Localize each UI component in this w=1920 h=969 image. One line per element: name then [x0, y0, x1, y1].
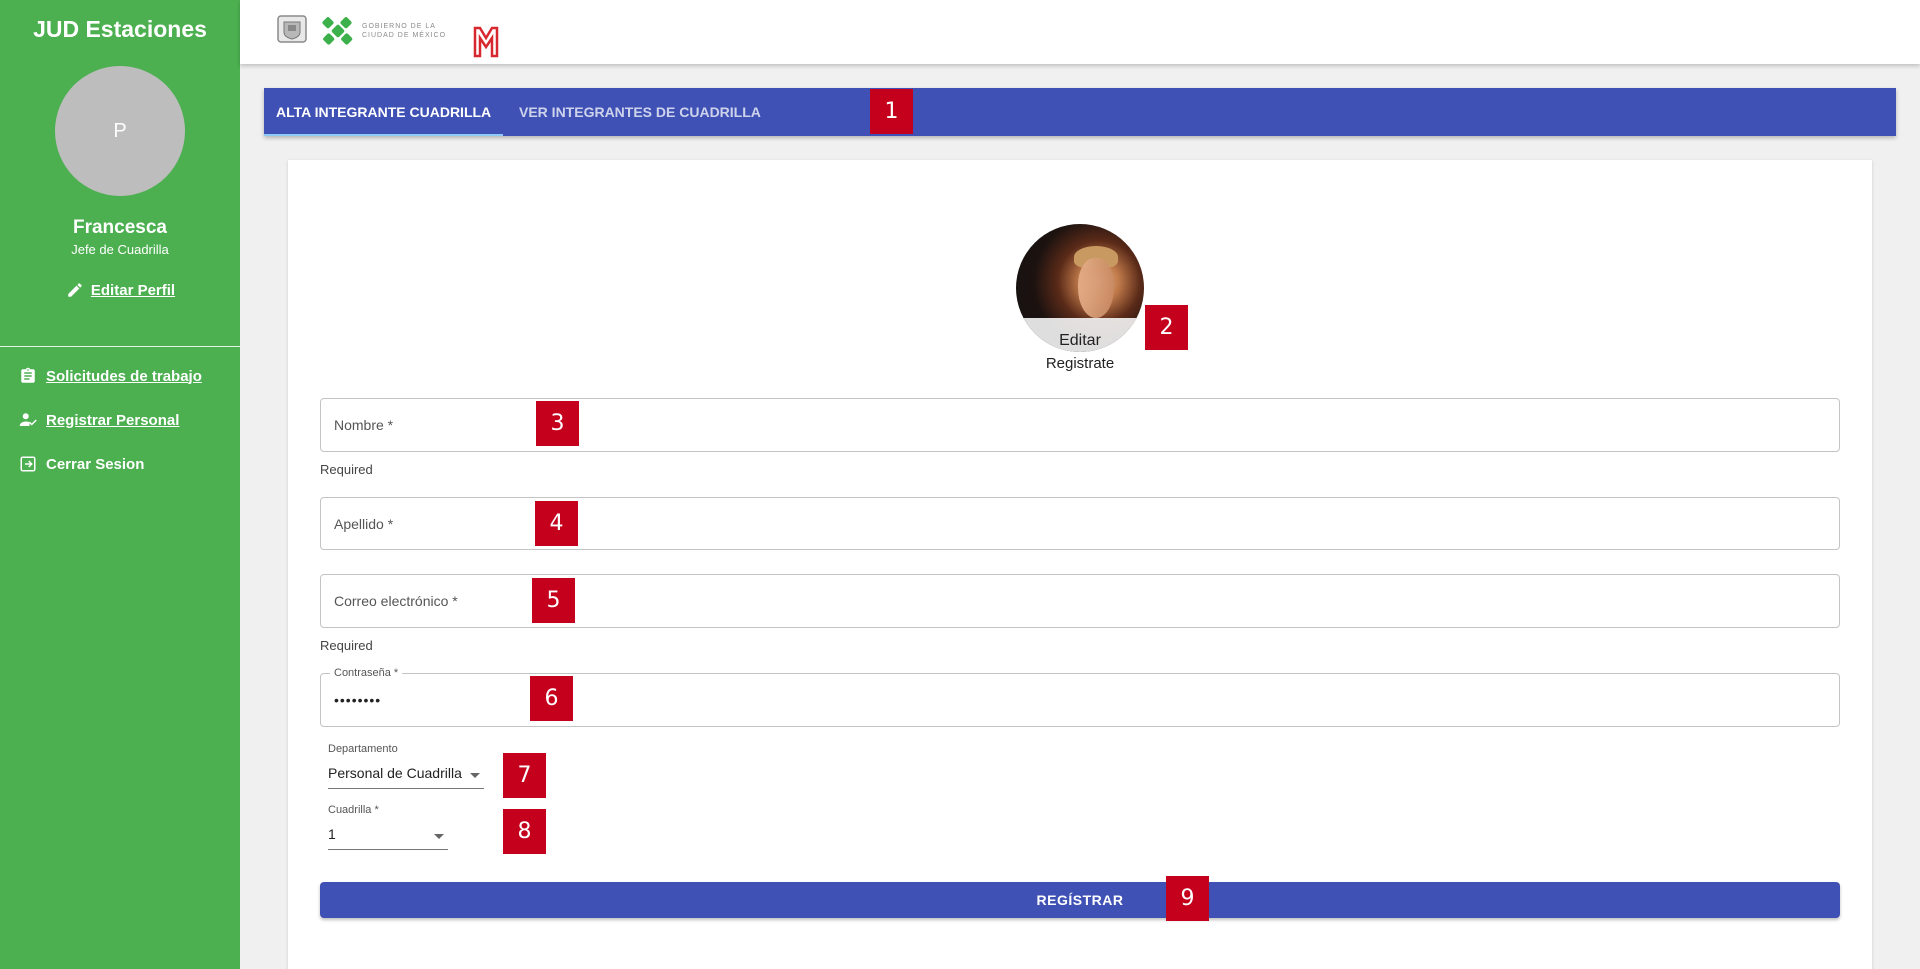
clipboard-icon [18, 366, 38, 386]
departamento-value: Personal de Cuadrilla [328, 765, 462, 781]
photo-caption: Registrate [1045, 355, 1115, 372]
person-check-icon [18, 410, 38, 430]
nombre-placeholder: Nombre * [334, 417, 394, 433]
marker-6: 6 [530, 676, 573, 721]
sidebar-item-registrar-personal[interactable]: Registrar Personal [18, 410, 179, 430]
avatar: P [55, 66, 185, 196]
cuadrilla-dropdown[interactable]: 1 [328, 824, 448, 850]
edit-profile-link[interactable]: Editar Perfil [0, 280, 240, 300]
top-app-bar: GOBIERNO DE LA CIUDAD DE MÉXICO [240, 0, 1920, 64]
photo-edit-label[interactable]: Editar [1016, 332, 1144, 350]
marker-7: 7 [503, 753, 546, 798]
sidebar-item-label: Registrar Personal [46, 411, 180, 429]
metro-logo [472, 24, 500, 63]
tab-alta-integrante[interactable]: ALTA INTEGRANTE CUADRILLA [264, 88, 504, 136]
marker-4: 4 [535, 501, 578, 546]
password-label: Contraseña * [330, 667, 403, 679]
tab-bar: ALTA INTEGRANTE CUADRILLA VER INTEGRANTE… [264, 88, 1896, 136]
gobierno-cdmx-logo [318, 14, 358, 53]
photo-face [1078, 258, 1114, 318]
sidebar-item-label: Cerrar Sesion [46, 455, 145, 473]
gobierno-text-line1: GOBIERNO DE LA [362, 23, 436, 30]
apellido-placeholder: Apellido * [334, 515, 394, 532]
nombre-helper-text: Required [320, 462, 373, 477]
edit-profile-label: Editar Perfil [90, 281, 176, 299]
pencil-icon [65, 280, 85, 300]
sidebar-item-solicitudes[interactable]: Solicitudes de trabajo [18, 366, 202, 386]
tab-ver-integrantes[interactable]: VER INTEGRANTES DE CUADRILLA [507, 88, 773, 136]
user-role: Jefe de Cuadrilla [71, 242, 169, 257]
chevron-down-icon [470, 773, 480, 778]
app-title: JUD Estaciones [33, 16, 207, 42]
departamento-dropdown[interactable]: Personal de Cuadrilla [328, 763, 484, 789]
password-value: •••••••• [334, 692, 382, 708]
marker-9: 9 [1166, 876, 1209, 921]
cuadrilla-label: Cuadrilla * [328, 804, 379, 816]
gobierno-text-line2: CIUDAD DE MÉXICO [362, 32, 447, 39]
departamento-select[interactable]: Departamento Personal de Cuadrilla [328, 743, 484, 789]
cdmx-shield-logo [276, 14, 308, 49]
correo-helper-text: Required [320, 638, 373, 653]
marker-2: 2 [1145, 305, 1188, 350]
user-name: Francesca [72, 217, 167, 238]
sidebar-item-label: Solicitudes de trabajo [46, 367, 202, 385]
marker-3: 3 [536, 401, 579, 446]
sidebar-item-cerrar-sesion[interactable]: Cerrar Sesion [18, 454, 144, 474]
sidebar: JUD Estaciones P Francesca Jefe de Cuadr… [0, 0, 240, 969]
chevron-down-icon [434, 834, 444, 839]
sidebar-divider [0, 346, 240, 347]
cuadrilla-value: 1 [328, 826, 336, 842]
logout-icon [18, 454, 38, 474]
marker-8: 8 [503, 809, 546, 854]
gobierno-cdmx-wordmark: GOBIERNO DE LA CIUDAD DE MÉXICO [362, 22, 446, 40]
cuadrilla-select[interactable]: Cuadrilla * 1 [328, 804, 448, 850]
avatar-initial: P [113, 119, 127, 142]
marker-1: 1 [870, 89, 913, 134]
departamento-label: Departamento [328, 743, 398, 755]
registrar-button[interactable]: REGÍSTRAR [320, 882, 1840, 918]
marker-5: 5 [532, 578, 575, 623]
correo-placeholder: Correo electrónico * [334, 593, 458, 609]
